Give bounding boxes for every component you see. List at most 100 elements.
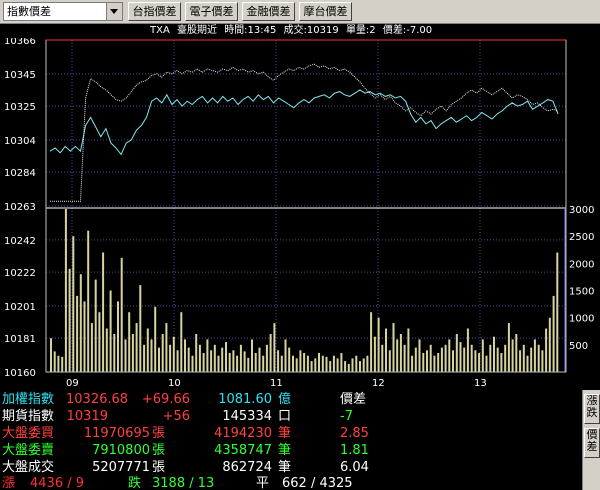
volume: 成交:10319: [283, 25, 339, 36]
volume-bar: [64, 209, 67, 372]
volume-tick-label: 1500: [569, 287, 594, 298]
volume-bar: [76, 295, 79, 372]
volume-bar: [50, 338, 52, 372]
price-tick-label: 10201: [4, 302, 36, 313]
volume-bar: [265, 344, 268, 372]
volume-bar: [466, 328, 469, 372]
volume-bar: [117, 301, 119, 372]
volume-bar: [541, 350, 544, 372]
volume-bar: [370, 312, 373, 372]
volume-bar: [161, 334, 164, 372]
electronics-spread-button[interactable]: 電子價差: [185, 2, 238, 21]
flat-count: 662 / 4325: [282, 476, 353, 490]
volume-bar: [68, 268, 71, 372]
volume-bar: [131, 334, 134, 372]
volume-bar: [552, 295, 555, 372]
row-label: 期貨指數: [2, 409, 55, 424]
unit-volume: 單量:2: [345, 25, 376, 36]
volume-bar: [72, 236, 75, 372]
volume-bar: [310, 361, 313, 372]
volume-bar: [377, 317, 380, 372]
volume-bar: [489, 344, 492, 372]
volume-bar: [105, 328, 108, 372]
price-tick-label: 10160: [4, 368, 36, 379]
volume-bar: [228, 353, 231, 372]
volume-bar: [392, 323, 395, 372]
volume-bar: [522, 344, 525, 372]
volume-bar: [418, 339, 421, 372]
ask-ratio: 1.81: [340, 443, 369, 458]
volume-bar: [548, 317, 551, 372]
volume-bar: [306, 355, 309, 372]
volume-bar: [362, 358, 365, 372]
trade-lots: 5207771: [92, 460, 150, 475]
time-tick-label: 09: [66, 378, 79, 389]
volume-bar: [277, 350, 280, 372]
volume-bar: [61, 356, 64, 372]
row-label: 大盤委買: [2, 426, 55, 441]
up-label: 漲: [2, 476, 16, 490]
volume-bar: [347, 363, 350, 372]
ask-row: 大盤委賣 7910800 張 4358747 筆 1.81: [0, 443, 582, 459]
volume-bar: [254, 353, 257, 372]
price-tick-label: 10304: [4, 136, 36, 147]
breadth-row: 漲 4436 / 9 跌 3188 / 13 平 662 / 4325: [0, 476, 582, 490]
volume-bar: [459, 342, 462, 372]
price-tick-label: 10222: [4, 268, 36, 279]
volume-bar: [198, 344, 201, 372]
volume-bar: [292, 355, 294, 372]
volume-bar: [533, 339, 536, 372]
time-tick-label: 10: [168, 378, 181, 389]
price-tick-label: 10284: [4, 168, 36, 179]
bid-ratio: 2.85: [340, 426, 369, 441]
contract-name: 臺股期近: [177, 25, 217, 36]
volume-bar: [109, 290, 112, 372]
intraday-chart: 10366 10345 10325 10304 10284 10263 10242 10222…: [4, 38, 594, 389]
volume-bar: [225, 342, 227, 372]
volume-bar: [366, 355, 369, 372]
volume-bar: [288, 347, 291, 372]
chevron-down-icon[interactable]: [106, 3, 122, 20]
volume-bar: [500, 353, 503, 372]
quote-info-line: TXA 臺股期近 時間:13:45 成交:10319 單量:2 價差:-7.00: [150, 24, 436, 38]
futures-value: 10319: [66, 409, 108, 424]
unit: 筆: [278, 460, 292, 475]
volume-bar: [411, 355, 414, 372]
price-tick-label: 10366: [4, 38, 36, 47]
volume-bar: [474, 350, 477, 372]
volume-bar: [530, 347, 533, 372]
volume-bar: [511, 339, 514, 372]
time-tick-label: 13: [474, 378, 487, 389]
symbol: TXA: [150, 25, 170, 36]
unit: 張: [152, 426, 166, 441]
volume-bar: [485, 355, 488, 372]
tab-up-down[interactable]: 漲跌: [584, 394, 600, 424]
taiex-spread-button[interactable]: 台指價差: [128, 2, 181, 21]
down-count: 3188 / 13: [152, 476, 215, 490]
volume-bar: [102, 252, 105, 372]
volume-bar: [172, 336, 175, 372]
volume-bar: [217, 355, 220, 372]
finance-spread-button[interactable]: 金融價差: [242, 2, 295, 21]
spread-type-dropdown[interactable]: 指數價差: [3, 2, 123, 21]
volume-bar: [373, 336, 376, 372]
volume-bar: [504, 344, 507, 372]
volume-bar: [444, 344, 447, 372]
trade-ratio: 6.04: [340, 460, 369, 475]
price-tick-label: 10345: [4, 70, 36, 81]
volume-bar: [318, 353, 320, 372]
volume-bar: [519, 350, 522, 372]
volume-bar: [184, 339, 186, 372]
ask-lots: 7910800: [92, 443, 150, 458]
spread-value: -7: [340, 409, 353, 424]
msci-spread-button[interactable]: 摩台價差: [299, 2, 352, 21]
volume-bar: [426, 350, 428, 372]
volume-bar: [470, 344, 473, 372]
index-value: 10326.68: [66, 392, 129, 407]
volume-bar: [180, 312, 183, 372]
volume-bar: [120, 257, 123, 372]
volume-bar: [556, 252, 559, 372]
bid-lots: 11970695: [83, 426, 150, 441]
volume-bar: [135, 323, 138, 372]
tab-spread[interactable]: 價差: [584, 428, 600, 458]
